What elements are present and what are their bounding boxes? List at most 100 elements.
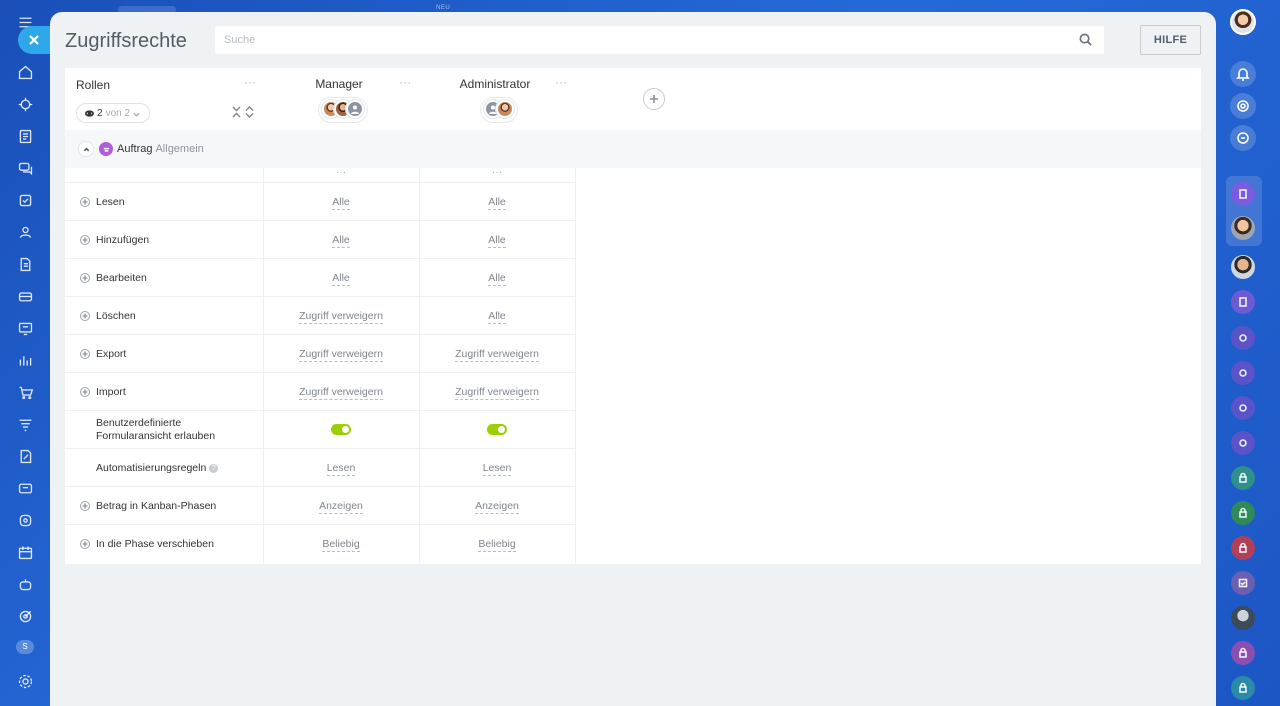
add-role-button[interactable] [643,88,665,110]
expand-plus-icon[interactable] [80,273,90,283]
task-chat-icon[interactable] [1231,571,1255,595]
permission-value[interactable]: Alle [332,196,350,210]
permission-value[interactable]: Zugriff verweigern [455,348,539,362]
lock-icon[interactable] [1231,676,1255,700]
shop-icon[interactable] [15,382,35,402]
permission-value[interactable]: Zugriff verweigern [299,386,383,400]
chat-avatar-2[interactable] [1231,216,1255,240]
calendar-icon[interactable] [15,542,35,562]
permission-value[interactable]: Beliebig [478,538,516,552]
permission-value[interactable]: Alle [488,234,506,248]
expand-plus-icon[interactable] [80,349,90,359]
permission-value[interactable]: Zugriff verweigern [299,310,383,324]
store-icon[interactable] [15,510,35,530]
roles-menu-icon[interactable]: ··· [244,78,257,89]
section-header: Auftrag Allgemein [65,130,1201,168]
permission-value[interactable]: Alle [332,272,350,286]
table-row: In die Phase verschieben Beliebig Belieb… [65,525,576,563]
expand-plus-icon[interactable] [80,539,90,549]
permission-value[interactable]: Alle [332,234,350,248]
chat-icon[interactable] [15,158,35,178]
chevron-down-icon [133,110,140,117]
manager-avatars[interactable] [318,97,368,123]
sign-icon[interactable] [15,446,35,466]
permission-label: Bearbeiten [96,272,147,284]
table-row: Benutzerdefinierte Formularansicht erlau… [65,411,576,449]
avatar [496,100,514,118]
order-entity-icon [99,142,113,156]
feed-icon[interactable] [15,126,35,146]
bell-icon[interactable] [1230,61,1256,87]
permissions-table: Rollen ··· 2 von 2 Manager ··· Administr… [65,68,1201,564]
role-menu-icon[interactable]: ··· [399,78,412,89]
table-row: Betrag in Kanban-Phasen Anzeigen Anzeige… [65,487,576,525]
close-button[interactable] [18,26,50,54]
lock-icon[interactable] [1231,501,1255,525]
chat-avatar-4[interactable] [1231,290,1255,314]
chat-avatar-6[interactable] [1231,361,1255,385]
messages-icon[interactable] [1230,125,1256,151]
role-menu-icon[interactable]: ··· [555,78,568,89]
administrator-avatars[interactable] [480,97,518,123]
expand-plus-icon[interactable] [80,387,90,397]
lock-icon[interactable] [1231,641,1255,665]
contacts-icon[interactable] [15,222,35,242]
filter-icon[interactable] [15,414,35,434]
chat-avatar-7[interactable] [1231,396,1255,420]
role-title-manager[interactable]: Manager [261,77,417,91]
column-menu-icon[interactable]: ··· [419,167,575,178]
sidebar-badge[interactable]: S [16,640,34,654]
column-menu-icon[interactable]: ··· [263,167,419,178]
expand-plus-icon[interactable] [80,311,90,321]
chevron-up-icon[interactable] [79,142,93,156]
search-input[interactable] [224,34,1064,46]
role-title-administrator[interactable]: Administrator [417,77,573,91]
permission-value[interactable]: Alle [488,272,506,286]
permission-value[interactable]: Zugriff verweigern [455,386,539,400]
chat-avatar-3[interactable] [1231,255,1255,279]
goals-icon[interactable] [15,606,35,626]
settings-icon[interactable] [15,671,35,691]
chat-avatar-8[interactable] [1231,431,1255,455]
table-row: Automatisierungsregeln? Lesen Lesen [65,449,576,487]
puzzle-icon[interactable] [15,94,35,114]
lock-icon[interactable] [1231,466,1255,490]
tasks-icon[interactable] [15,190,35,210]
lock-icon[interactable] [1231,536,1255,560]
permission-value[interactable]: Anzeigen [319,500,363,514]
search-box [215,26,1104,54]
expand-icon[interactable] [245,106,254,118]
help-button[interactable]: HILFE [1140,25,1201,55]
permission-value[interactable]: Lesen [482,462,512,476]
chat-avatar-9[interactable] [1231,606,1255,630]
sites-icon[interactable] [15,318,35,338]
documents-icon[interactable] [15,254,35,274]
search-icon[interactable] [1078,32,1094,48]
permission-value[interactable]: Alle [488,310,506,324]
user-avatar[interactable] [1230,9,1256,35]
permission-label: Benutzerdefinierte [96,417,182,429]
expand-plus-icon[interactable] [80,197,90,207]
marketing-icon[interactable] [15,478,35,498]
help-icon[interactable]: ? [209,463,219,473]
permission-value[interactable]: Lesen [326,462,356,476]
robot-icon[interactable] [15,574,35,594]
chat-avatar-5[interactable] [1231,326,1255,350]
collapse-icon[interactable] [232,106,241,118]
permission-value[interactable]: Zugriff verweigern [299,348,383,362]
expand-plus-icon[interactable] [80,501,90,511]
crm-icon[interactable] [15,286,35,306]
table-row: Bearbeiten Alle Alle [65,259,576,297]
table-row: Export Zugriff verweigern Zugriff verwei… [65,335,576,373]
copilot-icon[interactable] [1230,93,1256,119]
role-filter-dropdown[interactable]: 2 von 2 [76,103,150,123]
home-icon[interactable] [15,62,35,82]
permission-value[interactable]: Anzeigen [475,500,519,514]
form-view-toggle[interactable] [331,423,351,435]
permission-value[interactable]: Beliebig [322,538,360,552]
permission-value[interactable]: Alle [488,196,506,210]
chat-avatar-1[interactable] [1231,182,1255,206]
analytics-icon[interactable] [15,350,35,370]
form-view-toggle[interactable] [487,423,507,435]
expand-plus-icon[interactable] [80,235,90,245]
